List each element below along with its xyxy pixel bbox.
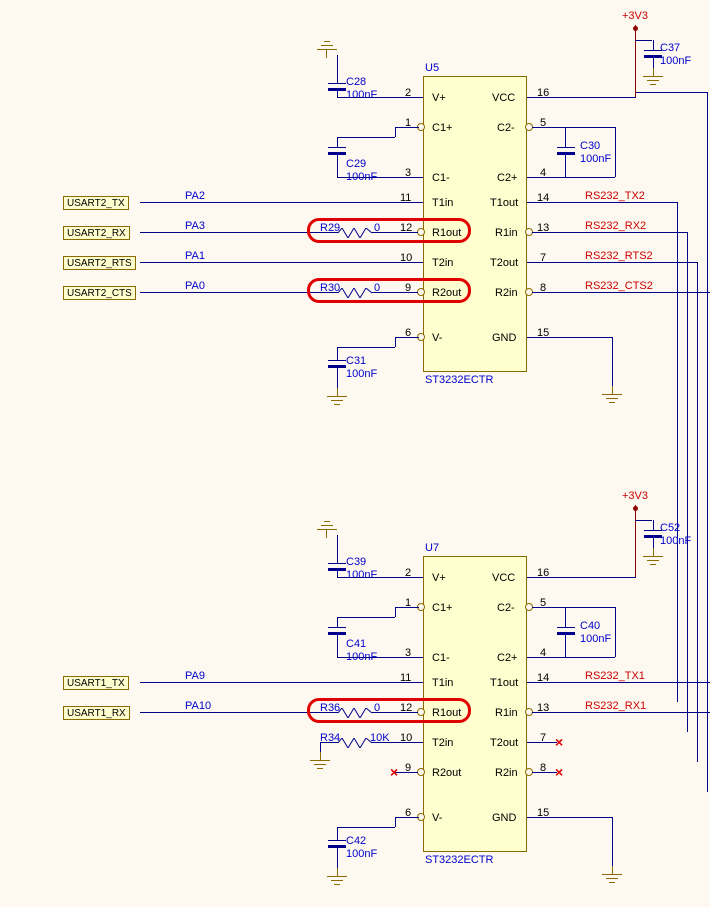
gnd-r34 <box>308 752 332 772</box>
u5-pin-6-name: V- <box>432 332 442 344</box>
u5-pin-2-name: V+ <box>432 92 446 104</box>
c30-val: 100nF <box>580 153 611 165</box>
c40-val: 100nF <box>580 633 611 645</box>
c29-ref: C29 <box>346 158 366 170</box>
u7-pin-8-name: R2in <box>495 767 518 779</box>
c52-ref: C52 <box>660 522 680 534</box>
net-rs232-rx1: RS232_RX1 <box>585 700 646 712</box>
ic-u5-ref: U5 <box>425 62 439 74</box>
net-usart1-tx: USART1_TX <box>63 676 129 690</box>
highlight-r1out-lower <box>307 698 471 723</box>
gnd-u7 <box>600 866 624 886</box>
net-rs232-rts2: RS232_RTS2 <box>585 250 653 262</box>
u7-pin-13-name: R1in <box>495 707 518 719</box>
sig-pa1: PA1 <box>185 250 205 262</box>
gnd-c39 <box>315 518 339 538</box>
c40-ref: C40 <box>580 620 600 632</box>
u5-pin-13-name: R1in <box>495 227 518 239</box>
c39-ref: C39 <box>346 556 366 568</box>
c28-ref: C28 <box>346 76 366 88</box>
net-rs232-cts2: RS232_CTS2 <box>585 280 653 292</box>
u5-pin-10-name: T2in <box>432 257 453 269</box>
ic-u5-part: ST3232ECTR <box>425 374 493 386</box>
c42-val: 100nF <box>346 848 377 860</box>
u5-pin-11-name: T1in <box>432 197 453 209</box>
net-rs232-tx2: RS232_TX2 <box>585 190 645 202</box>
c39-val: 100nF <box>346 569 377 581</box>
u7-pin-4-name: C2+ <box>497 652 518 664</box>
c31-val: 100nF <box>346 368 377 380</box>
net-rs232-tx1: RS232_TX1 <box>585 670 645 682</box>
u5-pin-3-name: C1- <box>432 172 450 184</box>
u7-pin-3-name: C1- <box>432 652 450 664</box>
sig-pa3: PA3 <box>185 220 205 232</box>
net-usart2-cts: USART2_CTS <box>63 286 136 300</box>
gnd-c31 <box>325 388 349 408</box>
u7-pin-7-name: T2out <box>490 737 518 749</box>
c37-ref: C37 <box>660 42 680 54</box>
highlight-r1out-upper <box>307 218 471 243</box>
u5-pin-5-name: C2- <box>497 122 515 134</box>
power-3v3-upper: +3V3 <box>622 10 648 22</box>
gnd-u5 <box>600 386 624 406</box>
u5-pin-15-name: GND <box>492 332 516 344</box>
sig-pa10: PA10 <box>185 700 211 712</box>
sig-pa9: PA9 <box>185 670 205 682</box>
gnd-c42 <box>325 868 349 888</box>
r34-body <box>338 738 372 748</box>
gnd-c37 <box>641 68 665 88</box>
net-usart2-tx: USART2_TX <box>63 196 129 210</box>
ic-u7-part: ST3232ECTR <box>425 854 493 866</box>
c52-val: 100nF <box>660 535 691 547</box>
sig-pa0: PA0 <box>185 280 205 292</box>
u5-pin-16-name: VCC <box>492 92 515 104</box>
nc-t2out-u7: × <box>555 734 563 750</box>
ic-u7-ref: U7 <box>425 542 439 554</box>
net-usart2-rx: USART2_RX <box>63 226 130 240</box>
c42-ref: C42 <box>346 835 366 847</box>
c31-ref: C31 <box>346 355 366 367</box>
u5-pin-1-name: C1+ <box>432 122 453 134</box>
u7-pin-14-name: T1out <box>490 677 518 689</box>
net-usart1-rx: USART1_RX <box>63 706 130 720</box>
u7-pin-9-name: R2out <box>432 767 461 779</box>
power-3v3-lower: +3V3 <box>622 490 648 502</box>
gnd-c28 <box>315 38 339 58</box>
net-rs232-rx2: RS232_RX2 <box>585 220 646 232</box>
c28-val: 100nF <box>346 89 377 101</box>
c30-ref: C30 <box>580 140 600 152</box>
u7-pin-6-name: V- <box>432 812 442 824</box>
u5-pin-14-name: T1out <box>490 197 518 209</box>
sig-pa2: PA2 <box>185 190 205 202</box>
u7-pin-10-name: T2in <box>432 737 453 749</box>
c37-val: 100nF <box>660 55 691 67</box>
u7-pin-2-name: V+ <box>432 572 446 584</box>
u5-pin-4-name: C2+ <box>497 172 518 184</box>
c41-ref: C41 <box>346 638 366 650</box>
u7-pin-5-name: C2- <box>497 602 515 614</box>
u7-pin-16-name: VCC <box>492 572 515 584</box>
u7-pin-1-name: C1+ <box>432 602 453 614</box>
u7-pin-15-name: GND <box>492 812 516 824</box>
u5-pin-7-name: T2out <box>490 257 518 269</box>
net-usart2-rts: USART2_RTS <box>63 256 136 270</box>
u5-pin-8-name: R2in <box>495 287 518 299</box>
highlight-r2out-upper <box>307 278 471 303</box>
nc-r2in-u7: × <box>555 764 563 780</box>
u7-pin-11-name: T1in <box>432 677 453 689</box>
gnd-c52 <box>641 548 665 568</box>
nc-r2out-u7: × <box>390 764 398 780</box>
